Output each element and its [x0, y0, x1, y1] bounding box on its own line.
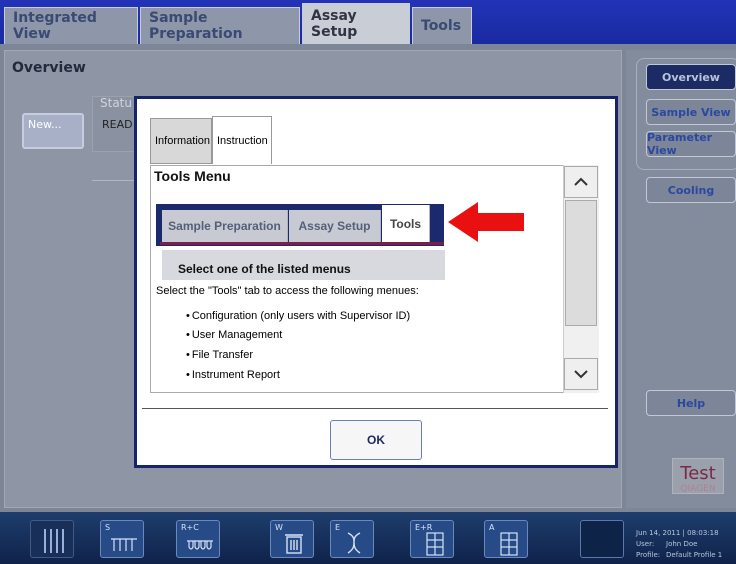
slot-label: A — [489, 523, 495, 532]
tab-label: Information — [155, 135, 211, 147]
illustration-tab-label: Assay Setup — [298, 219, 371, 233]
instruction-text: Select the "Tools" tab to access the fol… — [156, 285, 419, 297]
tab-instruction[interactable]: Instruction — [212, 116, 272, 164]
profile-value: Default Profile 1 — [666, 551, 723, 559]
rack-slot-icon[interactable] — [30, 520, 74, 558]
trash-icon — [285, 534, 303, 554]
ok-button-label: OK — [367, 433, 385, 447]
strip-icon — [187, 540, 213, 550]
status-header: Statu — [100, 96, 132, 110]
illustration-tab-sample-preparation: Sample Preparation — [162, 210, 288, 242]
scroll-thumb[interactable] — [565, 200, 597, 326]
user-label: User: — [636, 540, 655, 548]
tab-assay-setup[interactable]: Assay Setup — [302, 3, 410, 44]
slot-label: W — [275, 523, 283, 532]
reagent-slot[interactable]: R+C — [176, 520, 220, 558]
slot-label: R+C — [181, 523, 199, 532]
ok-button[interactable]: OK — [330, 420, 422, 460]
overview-button[interactable]: Overview — [646, 64, 736, 90]
new-button-label: New... — [28, 118, 62, 131]
brand-logo: QIAGEN — [680, 484, 716, 494]
tab-label: Integrated View — [13, 10, 97, 42]
illustration-tab-tools: Tools — [382, 205, 430, 242]
elution-slot[interactable]: E — [330, 520, 374, 558]
illustration-caption: Select one of the listed menus — [178, 262, 351, 276]
tab-tools[interactable]: Tools — [412, 7, 472, 44]
button-label: Sample View — [651, 105, 731, 119]
status-value: READ — [102, 118, 133, 131]
tab-label: Instruction — [217, 134, 268, 147]
waste-slot[interactable]: W — [270, 520, 314, 558]
cooling-button[interactable]: Cooling — [646, 177, 736, 203]
tab-label: Assay Setup — [311, 8, 358, 40]
tubes-icon — [111, 538, 137, 551]
assay-plate-icon — [500, 532, 518, 556]
dialog-divider — [142, 408, 608, 409]
new-button[interactable]: New... — [22, 113, 84, 149]
slot-label: S — [105, 523, 111, 532]
tab-label: Sample Preparation — [149, 10, 243, 42]
tab-information[interactable]: Information — [150, 118, 212, 164]
chevron-down-icon — [574, 370, 588, 379]
tab-label: Tools — [421, 18, 462, 34]
elution-reagent-slot[interactable]: E+R — [410, 520, 454, 558]
button-label: Overview — [662, 70, 720, 84]
list-item: User Management — [186, 329, 283, 341]
chevron-up-icon — [574, 177, 588, 186]
tab-sample-preparation[interactable]: Sample Preparation — [140, 7, 300, 44]
sample-view-button[interactable]: Sample View — [646, 99, 736, 125]
scroll-down-button[interactable] — [564, 358, 598, 390]
empty-slot[interactable] — [580, 520, 624, 558]
illustration-tab-assay-setup: Assay Setup — [289, 210, 381, 242]
status-info: Jun 14, 2011 | 08:03:18 User: John Doe Pr… — [636, 528, 722, 561]
dna-icon — [347, 532, 361, 554]
plate-icon — [426, 532, 444, 556]
red-arrow-icon — [448, 202, 524, 242]
list-item: File Transfer — [186, 349, 253, 361]
rack-icon — [44, 529, 64, 553]
list-item: Configuration (only users with Superviso… — [186, 310, 410, 322]
illustration-underline — [160, 242, 444, 245]
parameter-view-button[interactable]: Parameter View — [646, 131, 736, 157]
button-label: Parameter View — [647, 131, 713, 157]
sample-slot[interactable]: S — [100, 520, 144, 558]
user-value: John Doe — [666, 540, 698, 548]
illustration-tab-label: Sample Preparation — [168, 219, 281, 233]
assay-slot[interactable]: A — [484, 520, 528, 558]
page-title: Overview — [12, 60, 86, 76]
button-label: Help — [676, 396, 706, 410]
profile-label: Profile: — [636, 551, 661, 559]
illustration-tab-label: Tools — [389, 216, 422, 231]
divider — [92, 180, 134, 181]
help-button[interactable]: Help — [646, 390, 736, 416]
list-item: Instrument Report — [186, 369, 280, 381]
dialog-title: Tools Menu — [154, 168, 231, 184]
datetime: Jun 14, 2011 | 08:03:18 — [636, 529, 719, 537]
tab-integrated-view[interactable]: Integrated View — [4, 7, 138, 44]
scroll-up-button[interactable] — [564, 166, 598, 198]
slot-label: E — [335, 523, 341, 532]
button-label: Cooling — [667, 183, 715, 197]
